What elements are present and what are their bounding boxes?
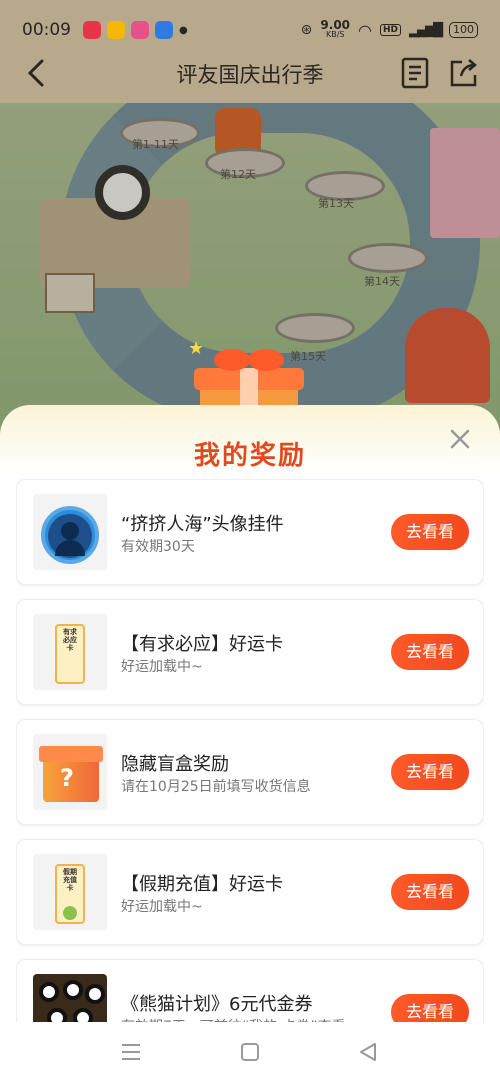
panda-coupon-thumb	[33, 974, 107, 1025]
mystery-box-thumb: ?	[33, 734, 107, 810]
sheet-title: 我的奖励	[193, 441, 306, 471]
svg-text:★: ★	[190, 338, 204, 359]
go-view-button[interactable]: 去看看	[391, 754, 469, 790]
reward-card[interactable]: 假期充值卡 【假期充值】好运卡 好运加载中~ 去看看	[16, 839, 484, 945]
wifi-icon: ◠	[358, 20, 372, 40]
go-view-button[interactable]: 去看看	[391, 994, 469, 1025]
close-icon[interactable]	[446, 425, 474, 453]
reward-name: 隐藏盲盒奖励	[121, 754, 229, 775]
app-notification-icon	[131, 21, 149, 39]
status-time: 00:09	[22, 20, 71, 40]
top-nav-bar: 评友国庆出行季	[0, 45, 500, 103]
app-notification-icon	[107, 21, 125, 39]
reward-name: 《熊猫计划》6元代金券	[121, 994, 313, 1015]
reward-name: “挤挤人海”头像挂件	[121, 514, 284, 535]
reward-name: 【有求必应】好运卡	[121, 634, 283, 655]
app-notification-icon	[83, 21, 101, 39]
hd-icon: HD	[379, 24, 401, 36]
more-dot-icon: ●	[179, 24, 188, 36]
reward-card[interactable]: 《熊猫计划》6元代金券 有效期7天，可前往“我的-卡券”查看 去看看	[16, 959, 484, 1025]
reward-subtitle: 请在10月25日前填写收货信息	[121, 779, 311, 795]
go-view-button[interactable]: 去看看	[391, 874, 469, 910]
back-arrow-icon[interactable]	[20, 55, 56, 91]
system-nav-bar	[0, 1022, 500, 1083]
home-icon[interactable]	[240, 1042, 260, 1062]
battery-icon: 100	[449, 22, 478, 38]
reward-subtitle: 好运加载中~	[121, 899, 203, 915]
go-view-button[interactable]: 去看看	[391, 634, 469, 670]
share-icon[interactable]	[448, 57, 480, 89]
back-triangle-icon[interactable]	[358, 1042, 378, 1062]
avatar-pendant-thumb	[33, 494, 107, 570]
go-view-button[interactable]: 去看看	[391, 514, 469, 550]
reward-card[interactable]: “挤挤人海”头像挂件 有效期30天 去看看	[16, 479, 484, 585]
rewards-sheet: 我的奖励 “挤挤人海”头像挂件 有效期30天 去看看 有求必应卡 【有求必应】好…	[0, 405, 500, 1083]
reward-card[interactable]: 有求必应卡 【有求必应】好运卡 好运加载中~ 去看看	[16, 599, 484, 705]
reward-card[interactable]: ? 隐藏盲盒奖励 请在10月25日前填写收货信息 去看看	[16, 719, 484, 825]
net-speed: 9.00 KB/S	[320, 18, 351, 39]
luck-card-thumb: 假期充值卡	[33, 854, 107, 930]
game-map-scene: 第1-11天 第12天 第13天 第14天 第15天 ★ ★	[0, 103, 500, 443]
reward-subtitle: 好运加载中~	[121, 659, 203, 675]
document-icon[interactable]	[400, 57, 430, 89]
app-notification-icon	[155, 21, 173, 39]
menu-icon[interactable]	[120, 1042, 142, 1062]
reward-subtitle: 有效期30天	[121, 539, 195, 555]
reward-name: 【假期充值】好运卡	[121, 874, 283, 895]
signal-icon: ▂▄▆█	[409, 22, 443, 38]
luck-card-thumb: 有求必应卡	[33, 614, 107, 690]
nfc-icon: ⊛	[300, 22, 313, 38]
reward-list: “挤挤人海”头像挂件 有效期30天 去看看 有求必应卡 【有求必应】好运卡 好运…	[16, 479, 484, 1025]
